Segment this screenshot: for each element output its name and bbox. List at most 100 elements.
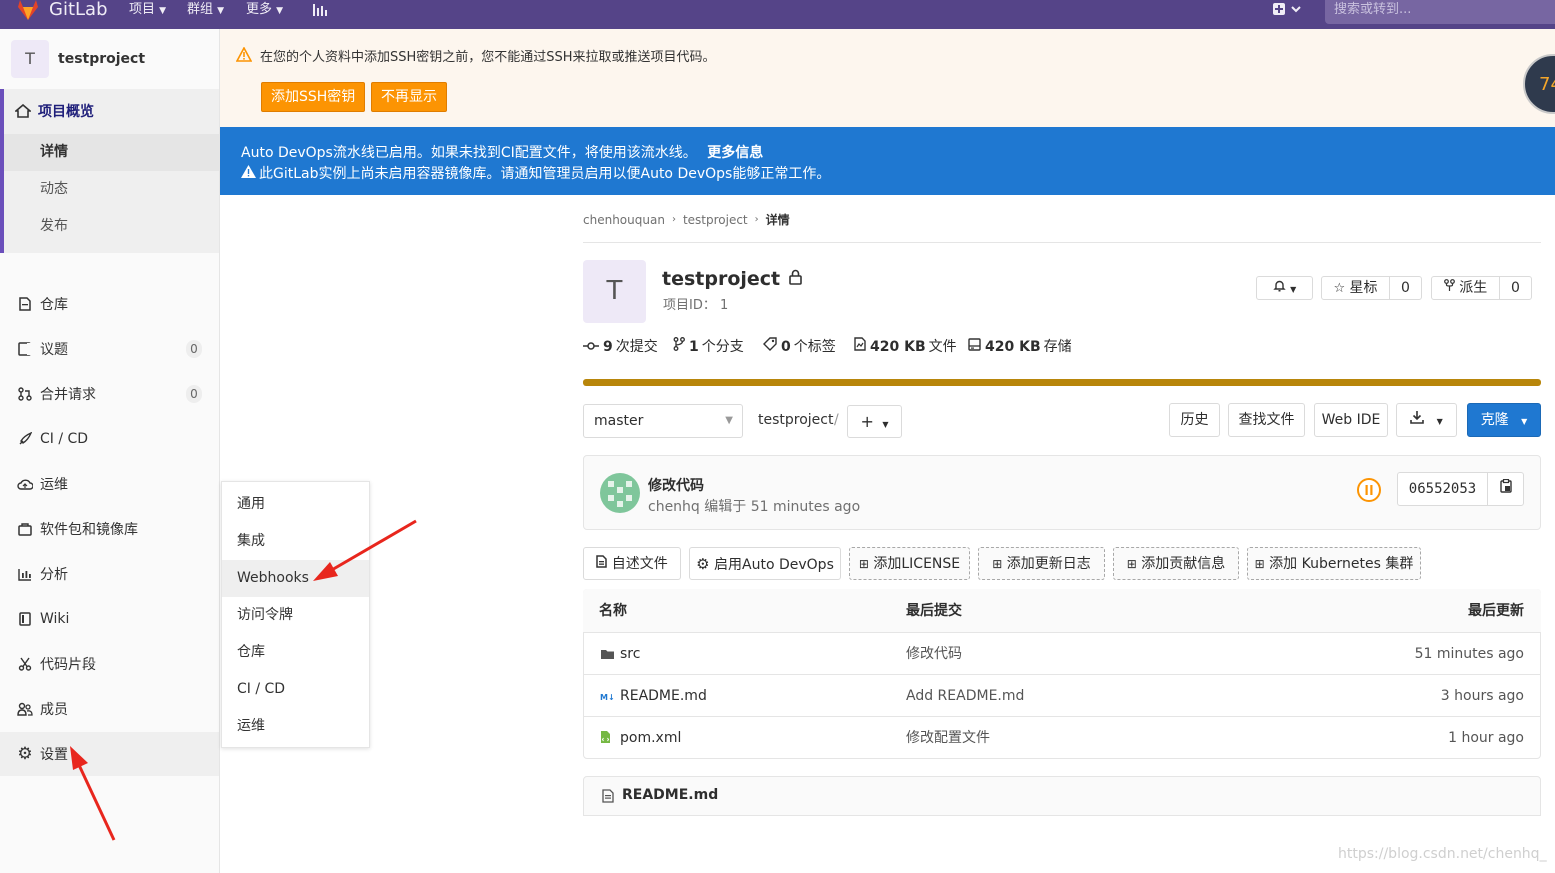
- star-count[interactable]: 0: [1389, 276, 1422, 300]
- repository-languages-bar: [583, 379, 1541, 386]
- copy-sha-button[interactable]: [1487, 472, 1524, 506]
- sidebar-subitem-activity[interactable]: 动态: [4, 171, 219, 208]
- flyout-item-cicd[interactable]: CI / CD: [222, 671, 369, 708]
- add-contributing-button[interactable]: ⊞ 添加贡献信息: [1113, 547, 1239, 580]
- table-row[interactable]: M↓ README.md Add README.md 3 hours ago: [583, 675, 1541, 717]
- file-last-commit-link[interactable]: 修改代码: [906, 633, 962, 675]
- sidebar-item-gear[interactable]: ⚙ 设置: [0, 732, 219, 776]
- enable-auto-devops-button[interactable]: ⚙ 启用Auto DevOps: [689, 547, 841, 580]
- stat-branch[interactable]: 1 个分支: [673, 336, 744, 358]
- pipeline-paused-icon[interactable]: [1356, 477, 1382, 507]
- notification-dropdown[interactable]: ▼: [1256, 276, 1313, 300]
- branch-select[interactable]: master ▼: [583, 404, 743, 438]
- fork-count[interactable]: 0: [1499, 276, 1532, 300]
- chevron-down-icon: ▼: [725, 415, 733, 426]
- more-info-link[interactable]: 更多信息: [707, 145, 763, 161]
- chevron-down-icon: ▼: [1521, 417, 1528, 426]
- file-last-updated: 1 hour ago: [1448, 730, 1524, 746]
- flyout-item-operations[interactable]: 运维: [222, 708, 369, 745]
- plus-square-icon: ⊞: [992, 557, 1003, 571]
- sidebar-item-merge-request[interactable]: 合并请求 0: [0, 372, 219, 416]
- sidebar-item-users[interactable]: 成员: [0, 687, 219, 731]
- gear-icon: ⚙: [696, 555, 710, 573]
- project-title-row: testproject: [662, 268, 802, 290]
- chevron-down-icon: ▼: [159, 6, 167, 16]
- table-row[interactable]: pom.xml 修改配置文件 1 hour ago: [583, 717, 1541, 759]
- add-ssh-key-button[interactable]: 添加SSH密钥: [261, 82, 366, 112]
- sidebar-item-label: 软件包和镜像库: [40, 522, 138, 538]
- sidebar-item-book[interactable]: Wiki: [0, 597, 219, 641]
- nav-projects[interactable]: 项目 ▼: [129, 0, 166, 29]
- stat-commit[interactable]: 9 次提交: [583, 336, 658, 358]
- sidebar-item-cloud[interactable]: 运维: [0, 462, 219, 506]
- scissors-icon: [16, 657, 34, 671]
- table-row[interactable]: src 修改代码 51 minutes ago: [583, 633, 1541, 675]
- author-avatar[interactable]: [600, 473, 640, 513]
- flyout-item-repository[interactable]: 仓库: [222, 634, 369, 671]
- find-file-button[interactable]: 查找文件: [1228, 403, 1305, 437]
- gitlab-logo-icon[interactable]: [16, 0, 40, 29]
- clone-dropdown-button[interactable]: 克隆 ▼: [1467, 403, 1541, 437]
- sidebar-item-overview[interactable]: 项目概览: [0, 89, 219, 133]
- add-kubernetes-cluster-button[interactable]: ⊞ 添加 Kubernetes 集群: [1247, 547, 1421, 580]
- sidebar-item-chart[interactable]: 分析: [0, 552, 219, 596]
- performance-widget[interactable]: 74: [1523, 54, 1555, 114]
- readme-filename[interactable]: README.md: [622, 787, 718, 803]
- sidebar-project-name[interactable]: testproject: [58, 51, 145, 67]
- add-changelog-button[interactable]: ⊞ 添加更新日志: [978, 547, 1105, 580]
- top-navbar: GitLab 项目 ▼ 群组 ▼ 更多 ▼ 搜索或转到...: [0, 0, 1555, 29]
- add-license-button[interactable]: ⊞ 添加LICENSE: [849, 547, 970, 580]
- brand-name[interactable]: GitLab: [49, 1, 108, 30]
- breadcrumb: chenhouquan › testproject › 详情: [583, 211, 790, 228]
- branch-select-value: master: [594, 413, 644, 429]
- nav-groups[interactable]: 群组 ▼: [187, 0, 224, 29]
- file-name-link[interactable]: pom.xml: [620, 717, 681, 759]
- sidebar-item-rocket[interactable]: CI / CD: [0, 417, 219, 461]
- flyout-item-access-tokens[interactable]: 访问令牌: [222, 597, 369, 634]
- settings-flyout-menu: 通用 集成 Webhooks 访问令牌 仓库 CI / CD 运维: [221, 481, 370, 748]
- sidebar-item-scissors[interactable]: 代码片段: [0, 642, 219, 686]
- sidebar-item-label: 代码片段: [40, 657, 96, 673]
- flyout-item-webhooks[interactable]: Webhooks: [222, 560, 369, 597]
- stat-value: 420 KB: [870, 339, 926, 355]
- nav-more[interactable]: 更多 ▼: [246, 0, 283, 29]
- sidebar-item-issues[interactable]: 议题 0: [0, 327, 219, 371]
- stat-tag[interactable]: 0 个标签: [763, 336, 836, 358]
- star-button[interactable]: ☆ 星标: [1321, 276, 1390, 300]
- activity-chart-icon[interactable]: [312, 2, 328, 31]
- sidebar-item-label: 设置: [40, 747, 68, 763]
- breadcrumb-namespace[interactable]: chenhouquan: [583, 213, 665, 227]
- search-input[interactable]: 搜索或转到...: [1325, 0, 1555, 24]
- flyout-item-integrations[interactable]: 集成: [222, 523, 369, 560]
- sidebar-item-repository[interactable]: 仓库: [0, 282, 219, 326]
- readme-button[interactable]: 自述文件: [583, 547, 681, 580]
- breadcrumb-current[interactable]: 详情: [766, 211, 790, 228]
- sidebar-item-label: 运维: [40, 477, 68, 493]
- stat-storage[interactable]: 420 KB 存储: [968, 336, 1072, 358]
- last-commit-panel: 修改代码 chenhq 编辑于 51 minutes ago 06552053: [583, 455, 1541, 530]
- add-to-tree-dropdown[interactable]: + ▼: [847, 405, 902, 438]
- commit-title[interactable]: 修改代码: [648, 475, 704, 495]
- repo-path-root[interactable]: testproject: [758, 412, 833, 428]
- project-avatar[interactable]: T: [11, 40, 49, 78]
- add-changelog-label: 添加更新日志: [1006, 556, 1091, 572]
- fork-button[interactable]: 派生: [1431, 276, 1500, 300]
- download-dropdown[interactable]: ▼: [1396, 403, 1457, 437]
- new-item-plus-icon[interactable]: [1272, 2, 1302, 31]
- file-name-link[interactable]: README.md: [620, 675, 707, 717]
- file-name-link[interactable]: src: [620, 633, 640, 675]
- star-button-label: 星标: [1349, 280, 1378, 296]
- warning-icon: [235, 46, 253, 66]
- history-button[interactable]: 历史: [1169, 403, 1220, 437]
- dont-show-again-button[interactable]: 不再显示: [371, 82, 447, 112]
- file-last-commit-link[interactable]: 修改配置文件: [906, 717, 990, 759]
- breadcrumb-project[interactable]: testproject: [683, 213, 748, 227]
- web-ide-button[interactable]: Web IDE: [1314, 403, 1388, 437]
- sidebar-subitem-releases[interactable]: 发布: [4, 208, 219, 245]
- sidebar-item-package[interactable]: 软件包和镜像库: [0, 507, 219, 551]
- sidebar-subitem-details[interactable]: 详情: [4, 134, 219, 171]
- flyout-item-general[interactable]: 通用: [222, 486, 369, 523]
- stat-file[interactable]: 420 KB 文件: [854, 336, 957, 358]
- file-last-commit-link[interactable]: Add README.md: [906, 675, 1024, 717]
- commit-sha[interactable]: 06552053: [1397, 472, 1488, 506]
